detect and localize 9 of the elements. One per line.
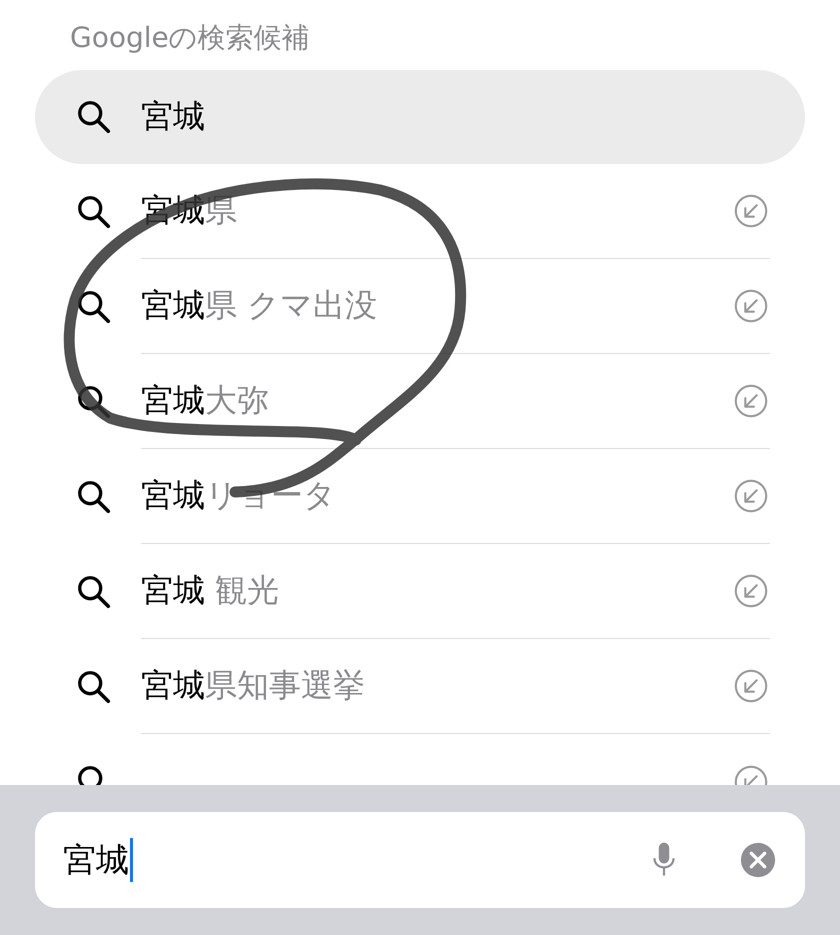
search-icon [75, 98, 113, 136]
suggestion-item[interactable]: 宮城 [35, 70, 805, 164]
suggestion-item[interactable]: 宮城 観光 [141, 569, 280, 613]
suggestion-item[interactable]: 宮城県知事選挙 [141, 664, 365, 708]
section-header: Googleの検索候補 [69, 20, 311, 56]
search-field[interactable]: 宮城 [35, 812, 805, 908]
clear-icon[interactable] [739, 841, 777, 879]
suggestion-item[interactable]: 宮城県 クマ出没 [141, 284, 378, 328]
suggestion-item[interactable]: 宮城大弥 [141, 379, 269, 423]
